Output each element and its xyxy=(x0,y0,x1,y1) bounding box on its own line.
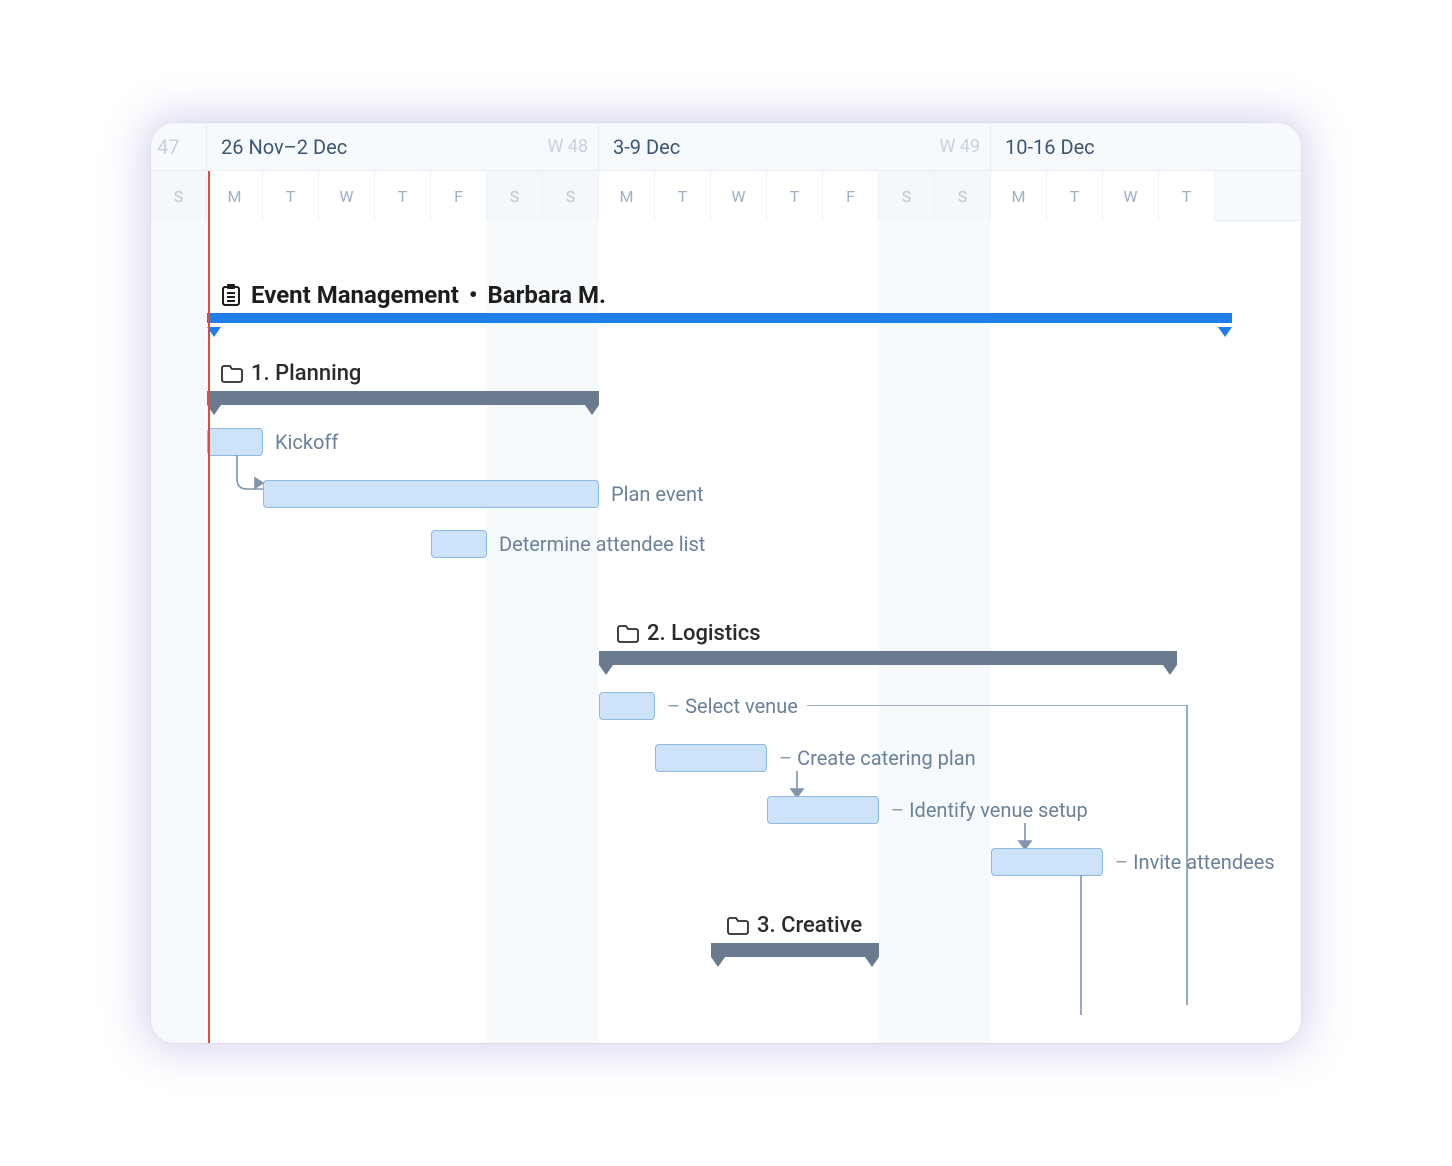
day-cell[interactable]: F xyxy=(431,171,487,221)
folder-icon xyxy=(727,917,749,935)
group-label: 2. Logistics xyxy=(647,621,761,646)
task-label: Plan event xyxy=(611,482,704,506)
group-bracket-creative[interactable] xyxy=(711,943,879,957)
group-title-creative[interactable]: 3. Creative xyxy=(727,913,862,938)
task-row-invite[interactable]: Invite attendees xyxy=(991,847,1275,877)
day-cell[interactable]: S xyxy=(487,171,543,221)
today-line xyxy=(208,171,210,1043)
task-bar[interactable] xyxy=(655,744,767,772)
day-cell[interactable]: T xyxy=(1159,171,1215,221)
task-bar[interactable] xyxy=(599,692,655,720)
task-row-catering[interactable]: Create catering plan xyxy=(655,743,976,773)
day-cell[interactable]: W xyxy=(319,171,375,221)
week-number: W 49 xyxy=(939,136,980,157)
task-label: Create catering plan xyxy=(779,746,976,770)
week-number: W 48 xyxy=(547,136,588,157)
day-cell[interactable]: M xyxy=(991,171,1047,221)
task-row-kickoff[interactable]: Kickoff xyxy=(207,427,338,457)
separator-dot: • xyxy=(469,281,478,309)
gantt-frame: 47 26 Nov–2 Dec W 48 3-9 Dec W 49 10-16 … xyxy=(151,123,1301,1043)
task-bar[interactable] xyxy=(431,530,487,558)
day-cell[interactable]: M xyxy=(599,171,655,221)
task-row-select-venue[interactable]: Select venue xyxy=(599,691,798,721)
day-cell[interactable]: T xyxy=(1047,171,1103,221)
project-owner: Barbara M. xyxy=(487,281,605,309)
task-row-plan-event[interactable]: Plan event xyxy=(263,479,704,509)
task-bar[interactable] xyxy=(991,848,1103,876)
day-cell[interactable]: S xyxy=(151,171,207,221)
dependency-line xyxy=(1071,875,1091,1015)
day-cell[interactable]: S xyxy=(879,171,935,221)
task-label: Determine attendee list xyxy=(499,532,705,556)
project-name: Event Management xyxy=(251,281,459,309)
day-cell[interactable]: S xyxy=(543,171,599,221)
day-cell[interactable]: T xyxy=(767,171,823,221)
week-range: 3-9 Dec xyxy=(613,135,680,159)
week-cell[interactable]: 26 Nov–2 Dec W 48 xyxy=(207,123,599,170)
week-cell[interactable]: 3-9 Dec W 49 xyxy=(599,123,991,170)
day-cell[interactable]: W xyxy=(1103,171,1159,221)
task-row-venue-setup[interactable]: Identify venue setup xyxy=(767,795,1088,825)
day-cell[interactable]: M xyxy=(207,171,263,221)
project-bracket[interactable] xyxy=(207,313,1232,323)
day-cell[interactable]: F xyxy=(823,171,879,221)
task-label: Invite attendees xyxy=(1115,850,1275,874)
task-bar[interactable] xyxy=(263,480,599,508)
gantt-chart[interactable]: 47 26 Nov–2 Dec W 48 3-9 Dec W 49 10-16 … xyxy=(151,123,1301,1043)
day-cell[interactable]: T xyxy=(263,171,319,221)
folder-icon xyxy=(617,625,639,643)
day-cell[interactable]: W xyxy=(711,171,767,221)
group-bracket-logistics[interactable] xyxy=(599,651,1177,665)
clipboard-icon xyxy=(221,284,241,306)
group-label: 1. Planning xyxy=(251,361,361,386)
week-range: 26 Nov–2 Dec xyxy=(221,135,347,159)
day-cell[interactable]: S xyxy=(935,171,991,221)
group-title-logistics[interactable]: 2. Logistics xyxy=(617,621,761,646)
day-cell[interactable]: T xyxy=(655,171,711,221)
day-cell[interactable]: T xyxy=(375,171,431,221)
task-row-attendee-list[interactable]: Determine attendee list xyxy=(431,529,705,559)
task-bar[interactable] xyxy=(767,796,879,824)
folder-icon xyxy=(221,365,243,383)
timeline-header: 47 26 Nov–2 Dec W 48 3-9 Dec W 49 10-16 … xyxy=(151,123,1301,221)
group-bracket-planning[interactable] xyxy=(207,391,599,405)
week-cell-partial[interactable]: 47 xyxy=(151,123,207,170)
task-label: Kickoff xyxy=(275,430,338,454)
project-title-row[interactable]: Event Management • Barbara M. xyxy=(221,281,606,309)
task-label: Identify venue setup xyxy=(891,798,1088,822)
task-bar[interactable] xyxy=(207,428,263,456)
day-row: SMTWTFSSMTWTFSSMTWT xyxy=(151,171,1301,221)
week-range: 10-16 Dec xyxy=(1005,135,1095,159)
gantt-body[interactable]: Event Management • Barbara M. 1. Plannin… xyxy=(151,221,1301,1043)
week-row: 47 26 Nov–2 Dec W 48 3-9 Dec W 49 10-16 … xyxy=(151,123,1301,171)
week-cell[interactable]: 10-16 Dec xyxy=(991,123,1301,170)
week-label: 47 xyxy=(157,135,179,159)
group-title-planning[interactable]: 1. Planning xyxy=(221,361,361,386)
group-label: 3. Creative xyxy=(757,913,862,938)
task-label: Select venue xyxy=(667,694,798,718)
